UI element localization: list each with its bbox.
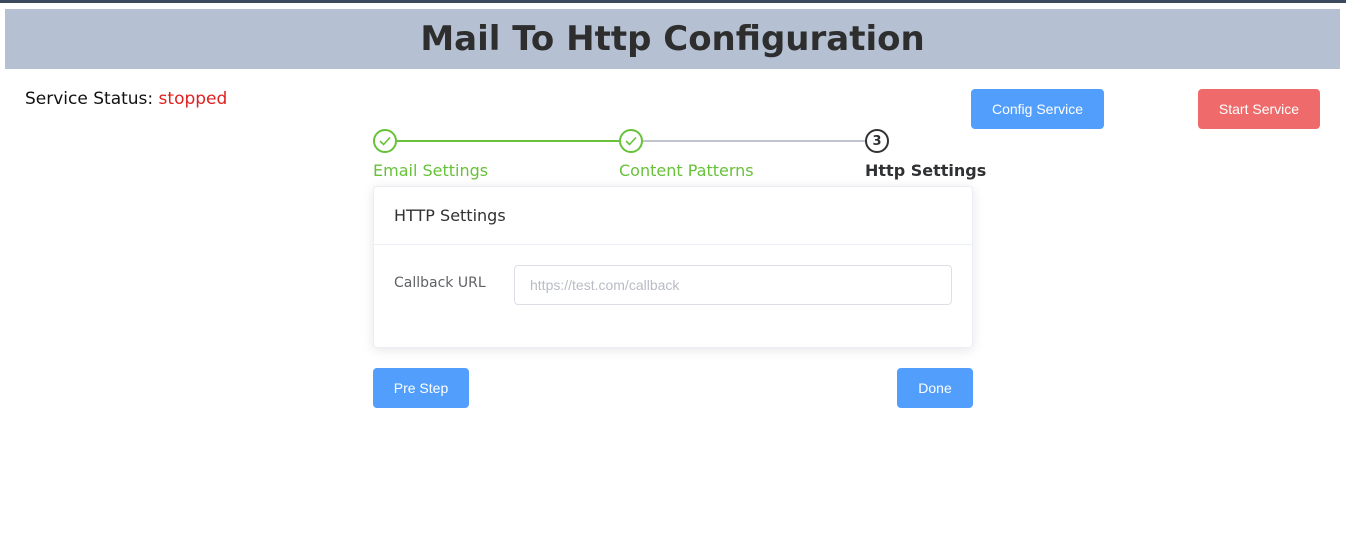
callback-url-input[interactable]: [514, 265, 952, 305]
step-2-title: Content Patterns: [619, 161, 754, 180]
page-title: Mail To Http Configuration: [420, 19, 925, 59]
card-title: HTTP Settings: [374, 187, 972, 245]
service-status-value: stopped: [158, 89, 228, 109]
service-status: Service Status: stopped: [25, 89, 227, 109]
page-header: Mail To Http Configuration: [5, 9, 1340, 69]
service-status-label: Service Status:: [25, 89, 154, 109]
step-3-number: 3: [865, 129, 889, 153]
callback-url-label: Callback URL: [394, 275, 486, 291]
step-1-title: Email Settings: [373, 161, 489, 180]
done-button[interactable]: Done: [897, 368, 973, 408]
step-3-title: Http Settings: [865, 161, 987, 180]
step-connector-2: [643, 140, 865, 142]
start-service-button[interactable]: Start Service: [1198, 89, 1320, 129]
http-settings-card: HTTP Settings Callback URL: [373, 186, 973, 348]
pre-step-button[interactable]: Pre Step: [373, 368, 469, 408]
step-connector-1: [397, 140, 619, 142]
config-service-button[interactable]: Config Service: [971, 89, 1104, 129]
top-border: [0, 0, 1346, 3]
step-2-check-icon: [619, 129, 643, 153]
step-1-check-icon: [373, 129, 397, 153]
